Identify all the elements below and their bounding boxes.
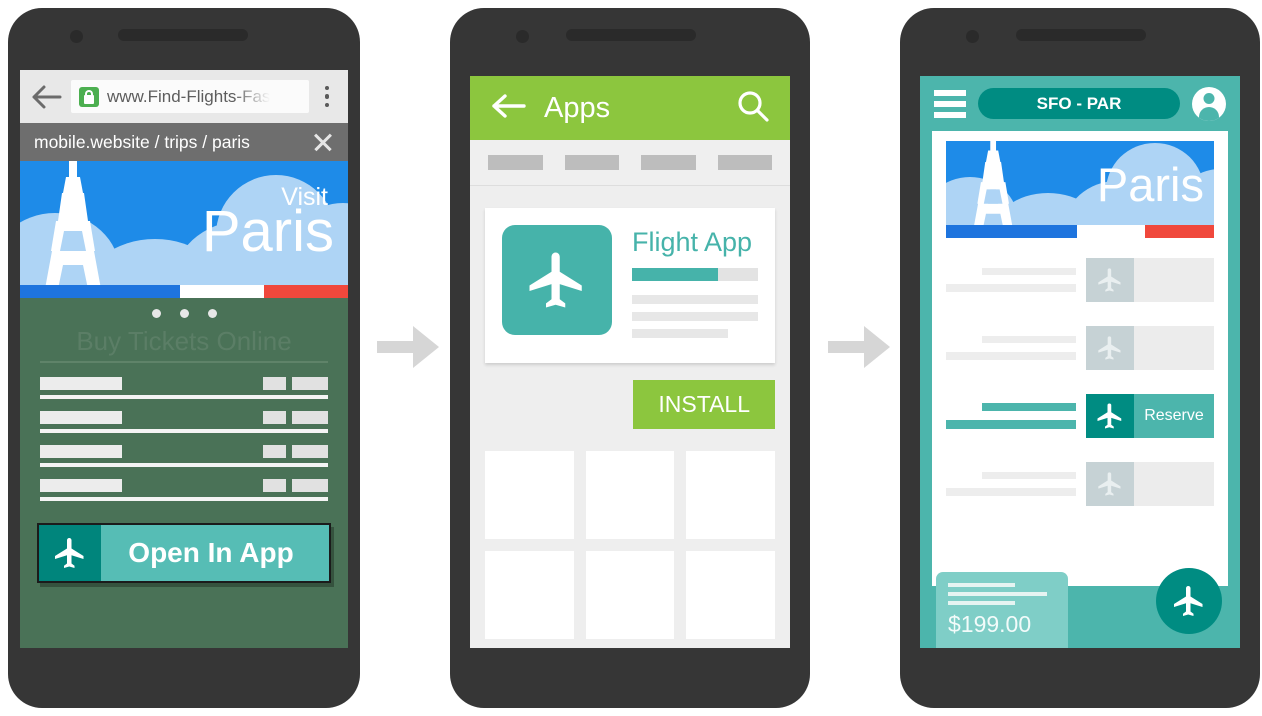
carousel-dot[interactable]: [179, 309, 189, 318]
price-card[interactable]: $199.00: [936, 572, 1068, 648]
french-flag-stripe: [946, 225, 1214, 238]
tab-placeholder[interactable]: [564, 155, 619, 170]
phone-2-screen: Apps Flight App INSTALL: [470, 76, 790, 648]
list-item[interactable]: [40, 377, 328, 399]
app-banner[interactable]: mobile.website / trips / paris: [20, 123, 348, 161]
flight-action-label: [1134, 462, 1214, 506]
eiffel-tower-icon: [973, 141, 1014, 231]
download-progress-fill: [632, 268, 718, 281]
overflow-menu-icon[interactable]: [316, 85, 338, 108]
flight-app-card[interactable]: Flight App: [485, 208, 775, 363]
app-store-toolbar: Apps: [470, 76, 790, 140]
hamburger-menu-icon[interactable]: [934, 89, 966, 118]
open-in-app-button[interactable]: Open In App: [37, 523, 331, 583]
flight-row-selected[interactable]: Reserve: [946, 394, 1214, 438]
camera-dot: [70, 30, 83, 43]
app-tile[interactable]: [686, 551, 775, 639]
flight-action-button[interactable]: [1086, 258, 1214, 302]
app-tile[interactable]: [686, 451, 775, 539]
tab-placeholder[interactable]: [488, 155, 543, 170]
reserve-label: Reserve: [1144, 407, 1204, 424]
ticket-list: [40, 377, 328, 501]
flow-diagram: www.Find-Flights-Fas mobile.website / tr…: [0, 0, 1262, 716]
camera-dot: [516, 30, 529, 43]
install-button[interactable]: INSTALL: [633, 380, 775, 429]
airplane-icon: [1086, 394, 1134, 438]
hero-title: Paris: [201, 199, 334, 264]
phone-2-frame: Apps Flight App INSTALL: [450, 8, 810, 708]
app-tile[interactable]: [485, 551, 574, 639]
app-tile[interactable]: [585, 551, 675, 639]
phone-3-frame: SFO - PAR Paris Reserve $199.00: [900, 8, 1260, 708]
right-arrow-icon: [828, 320, 890, 374]
price-amount: $199.00: [948, 611, 1032, 637]
search-icon[interactable]: [736, 89, 770, 128]
flight-action-button[interactable]: [1086, 326, 1214, 370]
app-grid: [485, 451, 775, 639]
flight-row[interactable]: [946, 326, 1214, 370]
speaker-slot: [118, 29, 248, 41]
eiffel-tower-icon: [45, 161, 101, 289]
flight-action-label: [1134, 326, 1214, 370]
airplane-icon: [1086, 462, 1134, 506]
speaker-slot: [566, 29, 696, 41]
airplane-icon: [1086, 258, 1134, 302]
phone-3-screen: SFO - PAR Paris Reserve $199.00: [920, 76, 1240, 648]
flight-action-button[interactable]: [1086, 462, 1214, 506]
phone-1-screen: www.Find-Flights-Fas mobile.website / tr…: [20, 70, 348, 648]
paris-hero-image: Paris: [946, 141, 1214, 238]
placeholder-line: [948, 583, 1015, 587]
close-icon[interactable]: [312, 131, 334, 153]
page-title: Buy Tickets Online: [40, 326, 328, 363]
detail-line: [632, 329, 728, 338]
back-arrow-icon[interactable]: [490, 91, 528, 126]
category-tabs[interactable]: [470, 140, 790, 186]
tab-placeholder[interactable]: [717, 155, 772, 170]
detail-line: [632, 312, 758, 321]
placeholder-line: [948, 592, 1048, 596]
app-banner-text: mobile.website / trips / paris: [34, 131, 250, 152]
lock-icon: [79, 86, 99, 107]
airplane-icon: [1174, 586, 1203, 616]
carousel-dot[interactable]: [151, 309, 161, 318]
page-title: Apps: [544, 91, 611, 124]
airplane-icon: [39, 525, 101, 581]
book-flight-fab[interactable]: [1156, 568, 1222, 634]
flight-row[interactable]: [946, 258, 1214, 302]
right-arrow-icon: [377, 320, 439, 374]
account-avatar-icon[interactable]: [1192, 86, 1226, 121]
download-progress-bar: [632, 268, 758, 281]
app-toolbar: SFO - PAR: [920, 76, 1240, 131]
reserve-button[interactable]: Reserve: [1086, 394, 1214, 438]
carousel-dots[interactable]: [20, 309, 348, 318]
app-tile[interactable]: [585, 451, 675, 539]
app-tile[interactable]: [485, 451, 574, 539]
app-name: Flight App: [632, 227, 753, 257]
list-item[interactable]: [40, 445, 328, 467]
french-flag-stripe: [20, 285, 348, 298]
route-chip[interactable]: SFO - PAR: [978, 88, 1180, 119]
airplane-icon: [1086, 326, 1134, 370]
detail-line: [632, 295, 758, 304]
url-bar[interactable]: www.Find-Flights-Fas: [71, 80, 309, 113]
flight-results-sheet: Paris Reserve: [932, 131, 1228, 586]
flight-action-label: [1134, 258, 1214, 302]
url-text: www.Find-Flights-Fas: [107, 86, 271, 106]
airplane-icon: [502, 225, 612, 335]
open-in-app-label: Open In App: [128, 537, 294, 568]
hero-title: Paris: [1096, 158, 1204, 211]
phone-1-frame: www.Find-Flights-Fas mobile.website / tr…: [8, 8, 360, 708]
paris-hero-image: Visit Paris: [20, 161, 348, 298]
carousel-dot[interactable]: [207, 309, 217, 318]
install-row: INSTALL: [485, 380, 775, 429]
speaker-slot: [1016, 29, 1146, 41]
list-item[interactable]: [40, 411, 328, 433]
camera-dot: [966, 30, 979, 43]
tab-placeholder[interactable]: [641, 155, 696, 170]
back-arrow-icon[interactable]: [30, 82, 64, 112]
list-item[interactable]: [40, 479, 328, 501]
browser-toolbar: www.Find-Flights-Fas: [20, 70, 348, 123]
flight-row[interactable]: [946, 462, 1214, 506]
placeholder-line: [948, 601, 1015, 605]
